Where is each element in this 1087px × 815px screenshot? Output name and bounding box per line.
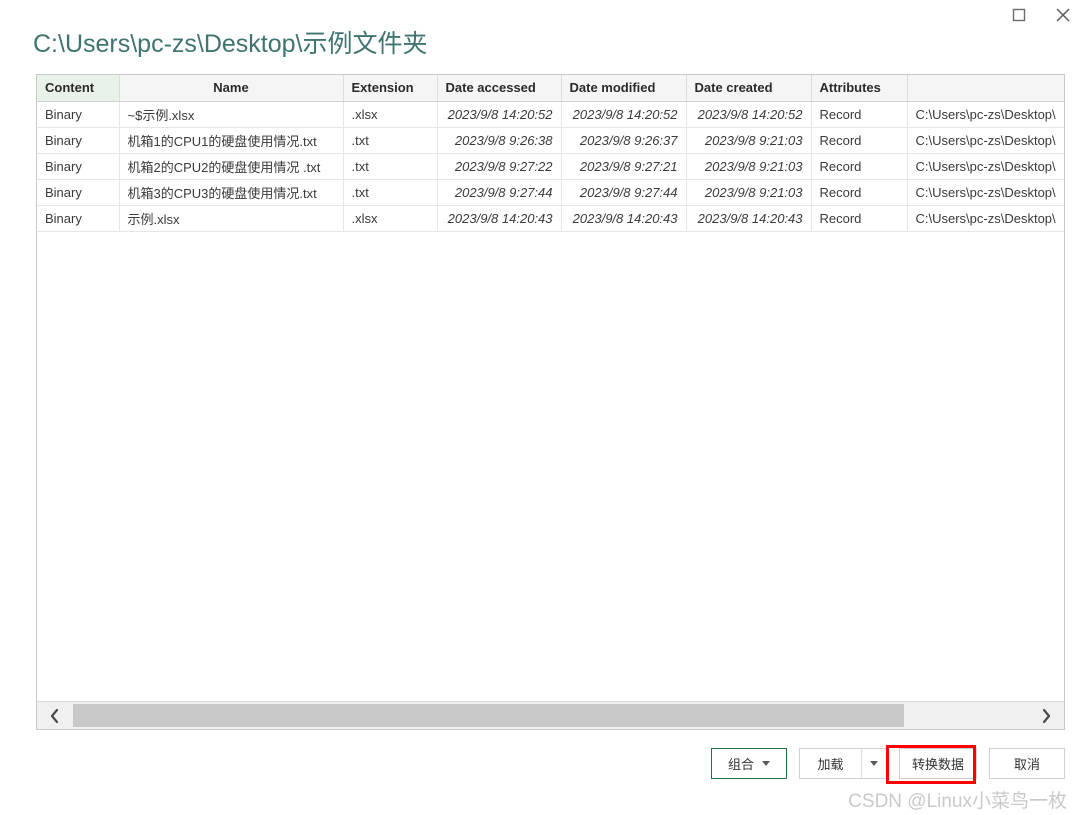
window-controls — [997, 0, 1085, 30]
file-table-scroll-area: Content Name Extension Date accessed Dat… — [37, 75, 1064, 701]
cell-date-accessed: 2023/9/8 9:27:44 — [437, 179, 562, 206]
cell-extension: .txt — [343, 179, 438, 206]
column-header-date-created[interactable]: Date created — [686, 75, 812, 102]
scroll-left-icon[interactable] — [37, 702, 73, 729]
cell-attributes: Record — [811, 179, 908, 206]
combine-button[interactable]: 组合 — [710, 748, 787, 779]
horizontal-scrollbar[interactable] — [37, 701, 1064, 729]
cancel-button[interactable]: 取消 — [989, 748, 1065, 779]
cell-date-modified: 2023/9/8 9:27:44 — [561, 179, 687, 206]
file-table-frame: Content Name Extension Date accessed Dat… — [36, 74, 1065, 730]
cell-folder-path: C:\Users\pc-zs\Desktop\ — [907, 101, 1064, 128]
cell-date-modified: 2023/9/8 14:20:52 — [561, 101, 687, 128]
cancel-button-label: 取消 — [1013, 757, 1040, 772]
column-header-folder-path[interactable]: Folder Path — [907, 75, 1064, 102]
cell-extension: .xlsx — [343, 101, 438, 128]
cell-date-created: 2023/9/8 9:21:03 — [686, 153, 812, 180]
cell-name: 机箱3的CPU3的硬盘使用情况.txt — [119, 179, 344, 206]
power-query-navigator-dialog: C:\Users\pc-zs\Desktop\示例文件夹 Content Nam… — [0, 0, 1087, 815]
load-split-button[interactable]: 加载 — [798, 748, 887, 779]
cell-extension: .txt — [343, 127, 438, 154]
footer-button-row: 组合 加载 转换数据 取消 — [710, 748, 1065, 779]
page-title: C:\Users\pc-zs\Desktop\示例文件夹 — [33, 30, 428, 58]
transform-data-button-label: 转换数据 — [911, 757, 964, 772]
cell-date-modified: 2023/9/8 9:27:21 — [561, 153, 687, 180]
cell-date-created: 2023/9/8 14:20:43 — [686, 205, 812, 232]
column-header-extension[interactable]: Extension — [343, 75, 438, 102]
table-row[interactable]: Binary 机箱1的CPU1的硬盘使用情况.txt .txt 2023/9/8… — [37, 127, 1064, 154]
file-table: Content Name Extension Date accessed Dat… — [37, 75, 1064, 232]
chevron-right-icon — [1042, 708, 1051, 723]
dialog-footer: 组合 加载 转换数据 取消 — [0, 748, 1087, 788]
table-header-row: Content Name Extension Date accessed Dat… — [37, 75, 1064, 102]
table-row[interactable]: Binary 机箱3的CPU3的硬盘使用情况.txt .txt 2023/9/8… — [37, 179, 1064, 206]
cell-name: 机箱2的CPU2的硬盘使用情况 .txt — [119, 153, 344, 180]
scrollbar-track[interactable] — [73, 702, 1028, 729]
cell-date-accessed: 2023/9/8 9:27:22 — [437, 153, 562, 180]
cell-name: ~$示例.xlsx — [119, 101, 344, 128]
cell-date-created: 2023/9/8 14:20:52 — [686, 101, 812, 128]
table-row[interactable]: Binary 示例.xlsx .xlsx 2023/9/8 14:20:43 2… — [37, 205, 1064, 232]
cell-folder-path: C:\Users\pc-zs\Desktop\ — [907, 179, 1064, 206]
close-button[interactable] — [1041, 1, 1085, 29]
cell-extension: .txt — [343, 153, 438, 180]
chevron-left-icon — [50, 708, 59, 723]
file-table-body: Binary ~$示例.xlsx .xlsx 2023/9/8 14:20:52… — [37, 101, 1064, 232]
watermark-text: CSDN @Linux小菜鸟一枚 — [848, 791, 1067, 812]
cell-name: 示例.xlsx — [119, 205, 344, 232]
cell-date-accessed: 2023/9/8 14:20:43 — [437, 205, 562, 232]
cell-extension: .xlsx — [343, 205, 438, 232]
chevron-down-icon — [761, 761, 770, 766]
table-row[interactable]: Binary ~$示例.xlsx .xlsx 2023/9/8 14:20:52… — [37, 101, 1064, 128]
cell-attributes: Record — [811, 153, 908, 180]
column-header-name[interactable]: Name — [119, 75, 344, 102]
transform-data-button[interactable]: 转换数据 — [898, 748, 977, 779]
cell-date-created: 2023/9/8 9:21:03 — [686, 179, 812, 206]
cell-date-modified: 2023/9/8 9:26:37 — [561, 127, 687, 154]
cell-date-modified: 2023/9/8 14:20:43 — [561, 205, 687, 232]
cell-attributes: Record — [811, 127, 908, 154]
table-row[interactable]: Binary 机箱2的CPU2的硬盘使用情况 .txt .txt 2023/9/… — [37, 153, 1064, 180]
column-header-date-accessed[interactable]: Date accessed — [437, 75, 562, 102]
load-dropdown-button[interactable] — [860, 748, 887, 779]
cell-content[interactable]: Binary — [37, 205, 120, 232]
cell-name: 机箱1的CPU1的硬盘使用情况.txt — [119, 127, 344, 154]
maximize-icon — [1012, 8, 1026, 22]
cell-folder-path: C:\Users\pc-zs\Desktop\ — [907, 153, 1064, 180]
column-header-date-modified[interactable]: Date modified — [561, 75, 687, 102]
cell-date-accessed: 2023/9/8 14:20:52 — [437, 101, 562, 128]
column-header-content[interactable]: Content — [37, 75, 120, 102]
cell-content[interactable]: Binary — [37, 101, 120, 128]
cell-folder-path: C:\Users\pc-zs\Desktop\ — [907, 127, 1064, 154]
cell-content[interactable]: Binary — [37, 153, 120, 180]
cell-date-accessed: 2023/9/8 9:26:38 — [437, 127, 562, 154]
load-button[interactable]: 加载 — [798, 748, 861, 779]
cell-date-created: 2023/9/8 9:21:03 — [686, 127, 812, 154]
cell-content[interactable]: Binary — [37, 179, 120, 206]
combine-button-label: 组合 — [727, 757, 754, 772]
column-header-attributes[interactable]: Attributes — [811, 75, 908, 102]
cell-content[interactable]: Binary — [37, 127, 120, 154]
scroll-right-icon[interactable] — [1028, 702, 1064, 729]
chevron-down-icon — [869, 761, 878, 766]
scrollbar-thumb[interactable] — [73, 704, 904, 727]
close-icon — [1056, 8, 1070, 22]
cell-folder-path: C:\Users\pc-zs\Desktop\ — [907, 205, 1064, 232]
cell-attributes: Record — [811, 101, 908, 128]
cell-attributes: Record — [811, 205, 908, 232]
maximize-button[interactable] — [997, 1, 1041, 29]
load-button-label: 加载 — [817, 757, 844, 772]
